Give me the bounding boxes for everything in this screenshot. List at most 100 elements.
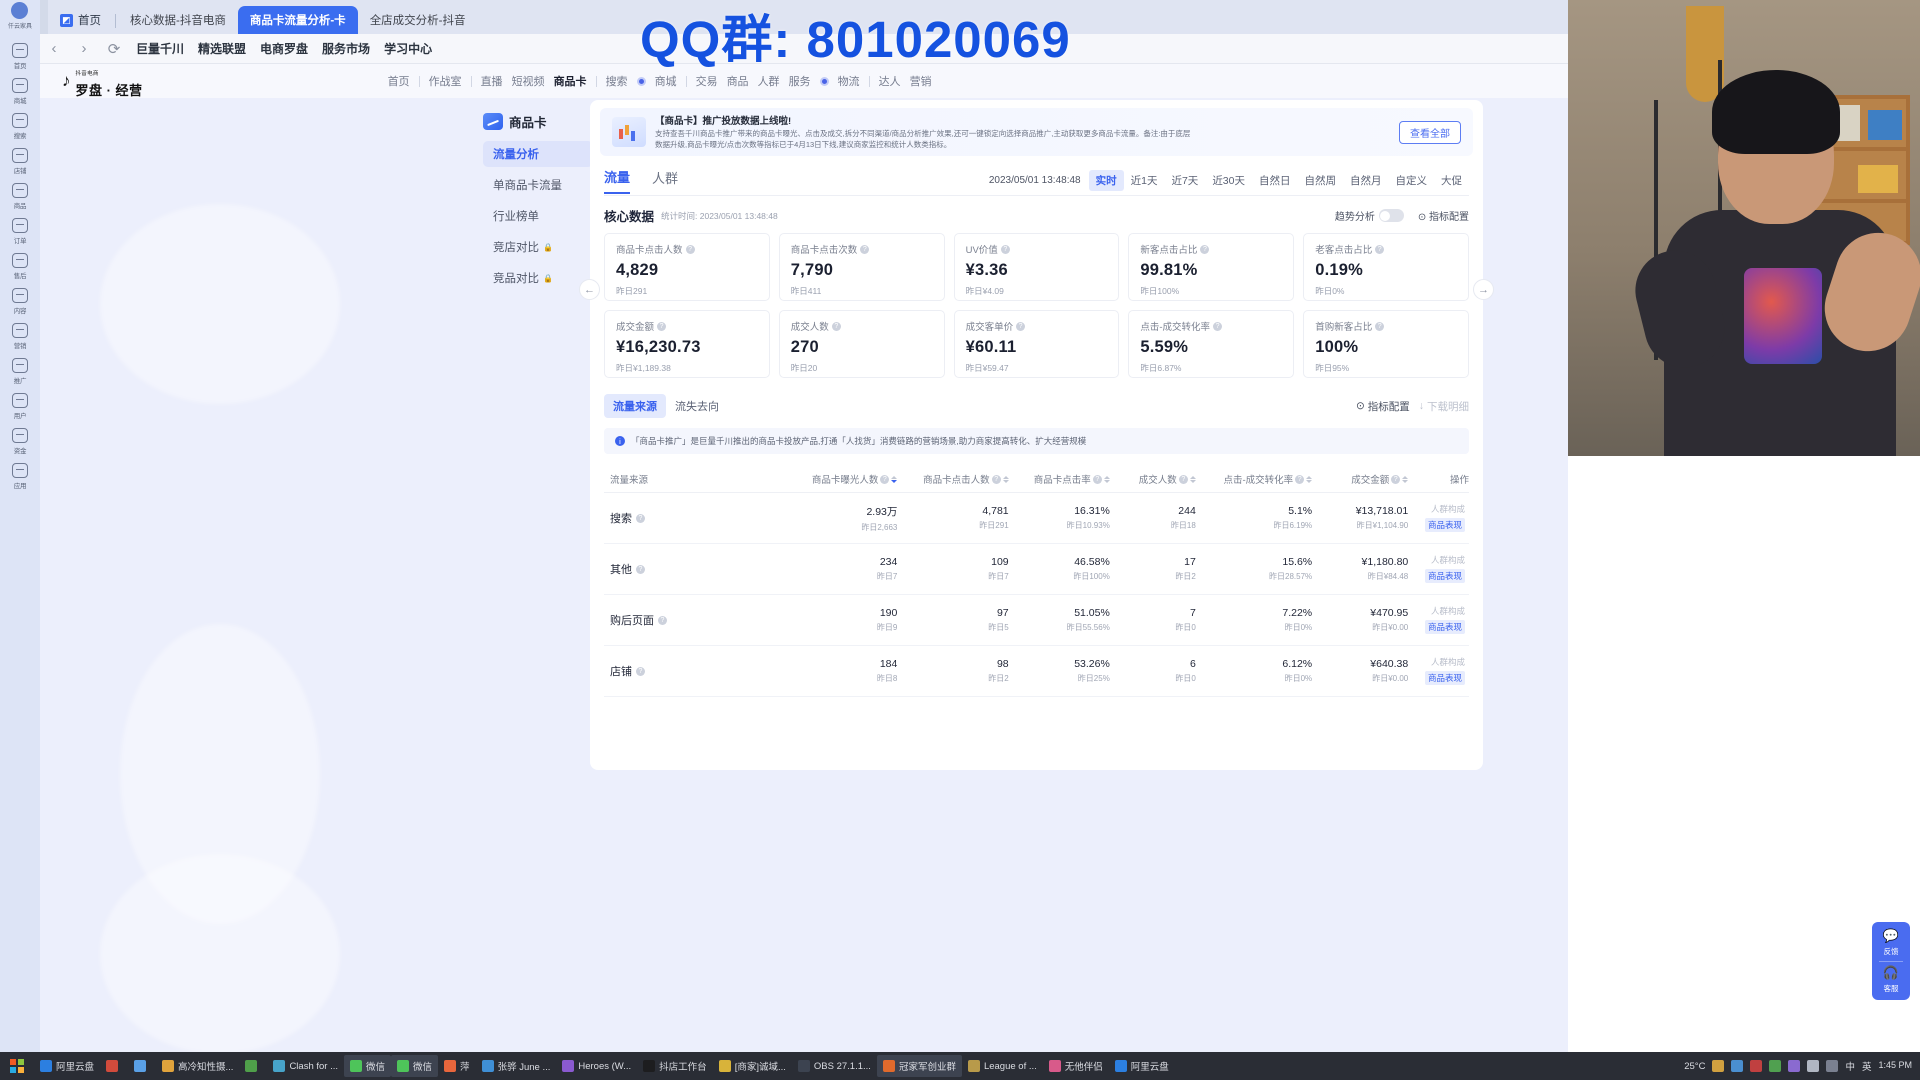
help-icon[interactable]: ?: [1391, 474, 1401, 484]
range-zirzhou[interactable]: 自然周: [1298, 170, 1344, 191]
help-icon[interactable]: ?: [1375, 244, 1385, 254]
th-exposure-users[interactable]: 商品卡曝光人数?: [786, 466, 898, 493]
help-icon[interactable]: ?: [991, 474, 1001, 484]
metric-card[interactable]: 成交客单价? ¥60.11 昨日¥59.47: [953, 310, 1120, 378]
taskbar-item[interactable]: 萍: [438, 1055, 476, 1077]
rail-item-app[interactable]: 应用: [0, 463, 40, 490]
rail-item-marketing[interactable]: 营销: [0, 323, 40, 350]
sort-icon[interactable]: [1002, 475, 1009, 483]
nav-zuozhanshi[interactable]: 作战室: [429, 73, 462, 89]
range-ziranyue[interactable]: 自然月: [1343, 170, 1389, 191]
bookmark-fuwushichang[interactable]: 服务市场: [322, 40, 370, 57]
nav-shouye[interactable]: 首页: [388, 73, 410, 89]
crowd-composition-link[interactable]: 人群构成: [1408, 503, 1465, 515]
sort-icon[interactable]: [1306, 475, 1313, 483]
download-detail-button[interactable]: ↓ 下载明细: [1419, 399, 1469, 414]
bookmark-xuexizhongxin[interactable]: 学习中心: [384, 40, 432, 57]
help-icon[interactable]: ?: [685, 244, 695, 254]
help-icon[interactable]: ?: [1178, 474, 1188, 484]
nav-wuliu[interactable]: 物流: [838, 73, 860, 89]
trend-analysis-toggle[interactable]: 趋势分析: [1335, 208, 1404, 223]
help-icon[interactable]: ?: [1213, 321, 1223, 331]
help-icon[interactable]: ?: [1375, 321, 1385, 331]
forward-icon[interactable]: ›: [76, 40, 92, 57]
reload-icon[interactable]: ⟳: [106, 40, 122, 58]
sort-icon[interactable]: [1402, 475, 1409, 483]
sidebar-item-danshangpinka[interactable]: 单商品卡流量: [483, 172, 593, 198]
nav-shangpin[interactable]: 商品: [727, 73, 749, 89]
view-all-button[interactable]: 查看全部: [1399, 120, 1461, 144]
help-icon[interactable]: ?: [1092, 474, 1102, 484]
sort-icon[interactable]: [1103, 475, 1110, 483]
rail-item-order[interactable]: 订单: [0, 218, 40, 245]
table-row[interactable]: 购后页面? 190 昨日9 97 昨日5 51.05% 昨日55.56% 7 昨日0 7…: [604, 594, 1469, 646]
tray-icon[interactable]: [1731, 1060, 1744, 1072]
taskbar-item[interactable]: 抖店工作台: [637, 1055, 713, 1077]
tab-liuliang[interactable]: 流量: [604, 167, 631, 194]
rail-item-promotion[interactable]: 推广: [0, 358, 40, 385]
tray-icon[interactable]: [1769, 1060, 1782, 1072]
sidebar-item-jingdianduibi[interactable]: 竞店对比 🔒: [483, 234, 593, 260]
help-icon[interactable]: ?: [831, 321, 841, 331]
bookmark-jingxuanlianmeng[interactable]: 精选联盟: [198, 40, 246, 57]
nav-shangpinka[interactable]: 商品卡: [554, 73, 587, 89]
browser-tab-home[interactable]: ◩ 首页: [48, 6, 113, 34]
sidebar-item-liuliangfenxi[interactable]: 流量分析: [483, 141, 593, 167]
sidebar-item-jingpinduibi[interactable]: 竞品对比 🔒: [483, 265, 593, 291]
nav-renqun[interactable]: 人群: [758, 73, 780, 89]
sidebar-item-hangyebangdan[interactable]: 行业榜单: [483, 203, 593, 229]
range-zidingyi[interactable]: 自定义: [1389, 170, 1435, 191]
metrics-next-button[interactable]: →: [1473, 279, 1494, 300]
table-row[interactable]: 搜索? 2.93万 昨日2,663 4,781 昨日291 16.31% 昨日10.9…: [604, 492, 1469, 544]
back-icon[interactable]: ‹: [46, 40, 62, 57]
product-performance-link[interactable]: 商品表现: [1424, 518, 1465, 532]
toggle-switch[interactable]: [1378, 209, 1404, 222]
taskbar-item[interactable]: Clash for ...: [267, 1055, 344, 1077]
rail-item-fund[interactable]: 资金: [0, 428, 40, 455]
product-performance-link[interactable]: 商品表现: [1424, 569, 1465, 583]
taskbar-item[interactable]: [100, 1055, 128, 1077]
taskbar-item[interactable]: League of ...: [962, 1055, 1043, 1077]
th-click-users[interactable]: 商品卡点击人数?: [897, 466, 1009, 493]
help-icon[interactable]: ?: [657, 321, 667, 331]
bookmark-dianshangluopan[interactable]: 电商罗盘: [260, 40, 308, 57]
taskbar-item[interactable]: 阿里云盘: [1109, 1055, 1175, 1077]
range-jin30tian[interactable]: 近30天: [1205, 170, 1252, 191]
ime-indicator[interactable]: 中: [1845, 1059, 1855, 1073]
volume-icon[interactable]: [1826, 1060, 1839, 1072]
taskbar-item[interactable]: 高冷知性摄...: [156, 1055, 239, 1077]
nav-fuwu[interactable]: 服务: [789, 73, 811, 89]
taskbar-item[interactable]: [239, 1055, 267, 1077]
metric-card[interactable]: 成交人数? 270 昨日20: [778, 310, 945, 378]
rail-account[interactable]: 仟云家具: [8, 2, 32, 30]
metric-card[interactable]: UV价值? ¥3.36 昨日¥4.09: [953, 233, 1120, 301]
nav-duanshipin[interactable]: 短视频: [512, 73, 545, 89]
help-icon[interactable]: ?: [1016, 321, 1026, 331]
taskbar-item[interactable]: 无他伴侣: [1043, 1055, 1109, 1077]
table-row[interactable]: 其他? 234 昨日7 109 昨日7 46.58% 昨日100% 17 昨日2 15.…: [604, 543, 1469, 595]
help-icon[interactable]: ?: [880, 474, 890, 484]
tab-traffic-loss[interactable]: 流失去向: [666, 394, 728, 418]
crowd-composition-link[interactable]: 人群构成: [1408, 605, 1465, 617]
rail-item-user[interactable]: 用户: [0, 393, 40, 420]
taskbar-item[interactable]: [商家]诚域...: [713, 1055, 792, 1077]
help-icon[interactable]: ?: [1295, 474, 1305, 484]
nav-jiaoyi[interactable]: 交易: [696, 73, 718, 89]
browser-tab-1[interactable]: 核心数据-抖音电商: [118, 6, 238, 34]
th-click-rate[interactable]: 商品卡点击率?: [1008, 466, 1110, 493]
sort-icon[interactable]: [891, 475, 898, 483]
start-button[interactable]: [0, 1052, 34, 1080]
product-performance-link[interactable]: 商品表现: [1424, 620, 1465, 634]
metric-card[interactable]: 商品卡点击人数? 4,829 昨日291: [604, 233, 770, 301]
rail-item-aftersale[interactable]: 售后: [0, 253, 40, 280]
source-metric-config-button[interactable]: ⊙ 指标配置: [1356, 399, 1410, 414]
th-conversion-rate[interactable]: 点击-成交转化率?: [1195, 466, 1313, 493]
crowd-composition-link[interactable]: 人群构成: [1408, 656, 1465, 668]
help-icon[interactable]: ?: [636, 666, 645, 676]
lang-indicator[interactable]: 英: [1862, 1059, 1872, 1073]
metric-card[interactable]: 新客点击占比? 99.81% 昨日100%: [1128, 233, 1295, 301]
help-icon[interactable]: ?: [658, 615, 667, 625]
th-buyers[interactable]: 成交人数?: [1109, 466, 1196, 493]
range-ziranri[interactable]: 自然日: [1252, 170, 1298, 191]
range-dacu[interactable]: 大促: [1434, 170, 1469, 191]
